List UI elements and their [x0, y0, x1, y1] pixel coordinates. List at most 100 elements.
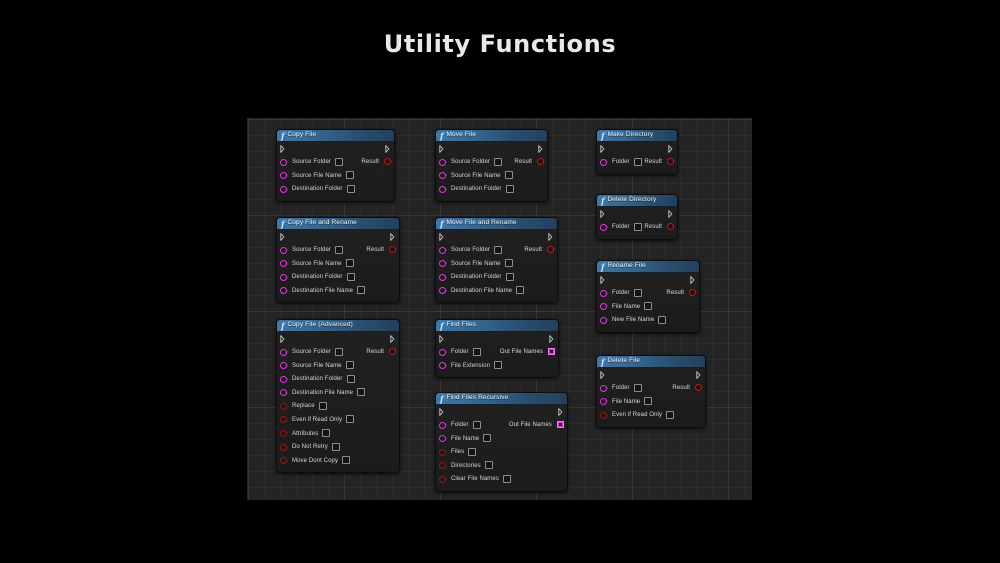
input-pin[interactable]: Folder: [600, 157, 642, 166]
boolout-pin-icon[interactable]: [389, 348, 398, 355]
string-pin-icon[interactable]: [600, 384, 609, 392]
input-pin[interactable]: Directories: [439, 461, 493, 470]
pin-value-input[interactable]: [633, 383, 642, 392]
pin-value-input[interactable]: [322, 429, 331, 438]
pin-value-input[interactable]: [666, 410, 675, 419]
pin-value-input[interactable]: [345, 259, 354, 268]
input-pin[interactable]: Destination Folder: [439, 272, 514, 281]
exec-out-pin-icon[interactable]: [390, 233, 396, 241]
pin-value-input[interactable]: [483, 434, 492, 443]
pin-value-input[interactable]: [502, 474, 511, 483]
output-pin[interactable]: Result: [644, 158, 676, 165]
exec-out-pin-icon[interactable]: [668, 145, 674, 153]
node-header-delete-directory[interactable]: f Delete Directory: [597, 195, 677, 207]
string-pin-icon[interactable]: [600, 398, 609, 406]
string-pin-icon[interactable]: [439, 260, 448, 268]
output-pin[interactable]: Result: [524, 246, 556, 253]
exec-out-pin-icon[interactable]: [390, 335, 396, 343]
exec-in-pin-icon[interactable]: [600, 371, 606, 379]
string-pin-icon[interactable]: [439, 273, 448, 281]
array-pin-icon[interactable]: [557, 421, 564, 428]
string-pin-icon[interactable]: [280, 158, 289, 166]
input-pin[interactable]: Folder: [600, 222, 642, 231]
input-pin[interactable]: Folder: [439, 420, 481, 429]
input-pin[interactable]: Destination File Name: [280, 286, 366, 295]
bool-pin-icon[interactable]: [439, 448, 448, 456]
input-pin[interactable]: Source File Name: [439, 259, 513, 268]
pin-value-input[interactable]: [644, 397, 653, 406]
node-header-delete-file[interactable]: f Delete File: [597, 356, 705, 368]
node-header-move-file[interactable]: f Move File: [436, 130, 547, 142]
output-pin[interactable]: Result: [644, 223, 676, 230]
pin-value-input[interactable]: [504, 171, 513, 180]
input-pin[interactable]: Replace: [280, 401, 327, 410]
graph-node-delete-directory[interactable]: f Delete Directory Folder Result: [596, 194, 678, 240]
pin-value-input[interactable]: [331, 442, 340, 451]
exec-in-pin-icon[interactable]: [280, 335, 286, 343]
string-pin-icon[interactable]: [439, 362, 448, 370]
pin-value-input[interactable]: [484, 461, 493, 470]
pin-value-input[interactable]: [342, 456, 351, 465]
graph-node-delete-file[interactable]: f Delete File Folder Result File Name Even if…: [596, 355, 706, 428]
input-pin[interactable]: Folder: [600, 383, 642, 392]
pin-value-input[interactable]: [346, 374, 355, 383]
pin-value-input[interactable]: [504, 259, 513, 268]
input-pin[interactable]: Source Folder: [439, 245, 502, 254]
pin-value-input[interactable]: [357, 286, 366, 295]
input-pin[interactable]: File Extension: [439, 361, 503, 370]
exec-in-pin-icon[interactable]: [280, 233, 286, 241]
pin-value-input[interactable]: [346, 184, 355, 193]
exec-out-pin-icon[interactable]: [696, 371, 702, 379]
output-pin[interactable]: Result: [361, 158, 393, 165]
input-pin[interactable]: Source Folder: [280, 157, 343, 166]
bool-pin-icon[interactable]: [600, 411, 609, 419]
string-pin-icon[interactable]: [280, 172, 289, 180]
input-pin[interactable]: Destination File Name: [280, 388, 366, 397]
string-pin-icon[interactable]: [439, 158, 448, 166]
input-pin[interactable]: New File Name: [600, 315, 667, 324]
pin-value-input[interactable]: [346, 415, 355, 424]
pin-value-input[interactable]: [335, 347, 343, 356]
pin-value-input[interactable]: [335, 157, 343, 166]
string-pin-icon[interactable]: [600, 303, 609, 311]
string-pin-icon[interactable]: [280, 185, 289, 193]
node-header-copy-file-advanced[interactable]: f Copy File (Advanced): [277, 320, 399, 332]
exec-out-pin-icon[interactable]: [690, 276, 696, 284]
pin-value-input[interactable]: [345, 361, 354, 370]
node-header-copy-file[interactable]: f Copy File: [277, 130, 394, 142]
boolout-pin-icon[interactable]: [667, 158, 676, 165]
exec-out-pin-icon[interactable]: [558, 408, 564, 416]
exec-in-pin-icon[interactable]: [600, 145, 606, 153]
input-pin[interactable]: Folder: [439, 347, 481, 356]
output-pin[interactable]: Result: [666, 289, 698, 296]
string-pin-icon[interactable]: [439, 421, 448, 429]
string-pin-icon[interactable]: [280, 273, 289, 281]
input-pin[interactable]: Source File Name: [280, 171, 354, 180]
exec-out-pin-icon[interactable]: [668, 210, 674, 218]
pin-value-input[interactable]: [494, 361, 503, 370]
pin-value-input[interactable]: [494, 245, 502, 254]
exec-out-pin-icon[interactable]: [548, 233, 554, 241]
string-pin-icon[interactable]: [600, 316, 609, 324]
input-pin[interactable]: Source Folder: [280, 347, 343, 356]
input-pin[interactable]: Destination Folder: [280, 184, 355, 193]
exec-in-pin-icon[interactable]: [600, 210, 606, 218]
string-pin-icon[interactable]: [439, 287, 448, 295]
graph-node-move-file[interactable]: f Move File Source Folder Result Source File…: [435, 129, 548, 202]
node-header-move-file-and-rename[interactable]: f Move File and Rename: [436, 218, 557, 230]
input-pin[interactable]: File Name: [600, 302, 653, 311]
input-pin[interactable]: Even if Read Only: [280, 415, 355, 424]
input-pin[interactable]: Files: [439, 447, 477, 456]
pin-value-input[interactable]: [494, 157, 502, 166]
bool-pin-icon[interactable]: [280, 402, 289, 410]
pin-value-input[interactable]: [357, 388, 366, 397]
exec-in-pin-icon[interactable]: [439, 335, 445, 343]
string-pin-icon[interactable]: [280, 362, 289, 370]
output-pin[interactable]: Out File Names: [500, 348, 555, 355]
graph-node-make-directory[interactable]: f Make Directory Folder Result: [596, 129, 678, 175]
input-pin[interactable]: File Name: [600, 397, 653, 406]
output-pin[interactable]: Result: [366, 348, 398, 355]
pin-value-input[interactable]: [658, 315, 667, 324]
string-pin-icon[interactable]: [439, 348, 448, 356]
pin-value-input[interactable]: [644, 302, 653, 311]
